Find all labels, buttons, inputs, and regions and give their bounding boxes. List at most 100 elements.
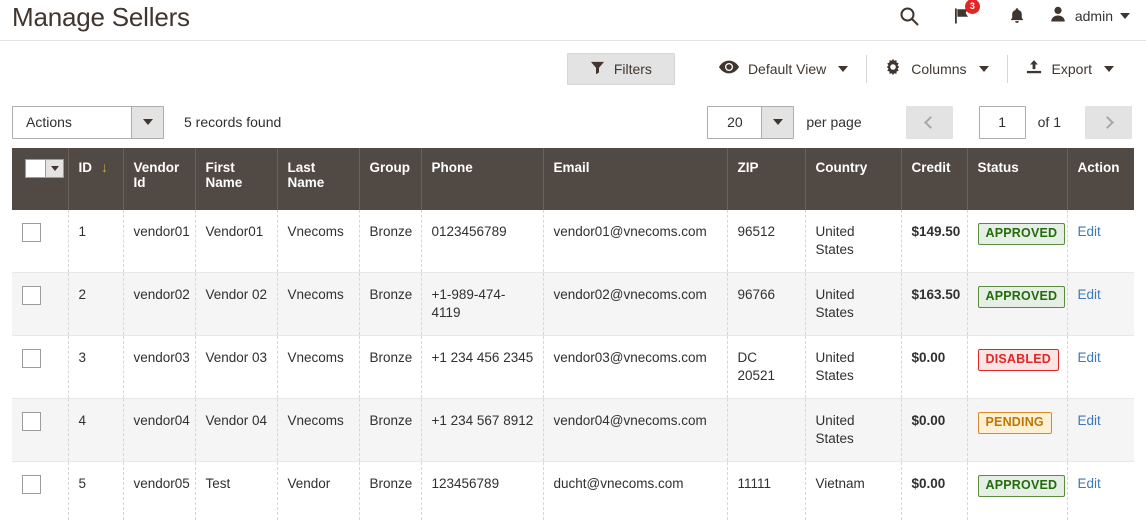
cell-email: vendor02@vnecoms.com [543, 272, 728, 336]
cell-action: Edit [1067, 461, 1134, 520]
row-checkbox[interactable] [22, 286, 41, 305]
sellers-grid: ID ↓ Vendor Id First Name Last Name Group… [12, 148, 1134, 520]
cell-action: Edit [1067, 398, 1134, 462]
cell-credit: $149.50 [901, 210, 968, 273]
gear-icon [884, 58, 902, 79]
cell-action: Edit [1067, 272, 1134, 336]
column-header-first-name[interactable]: First Name [195, 148, 278, 210]
page-number-input[interactable] [978, 105, 1026, 139]
row-select-cell[interactable] [12, 398, 69, 462]
bell-icon[interactable] [990, 1, 1044, 31]
cell-first-name: Vendor 02 [195, 272, 278, 336]
actions-dropdown-label: Actions [26, 114, 72, 130]
column-header-id[interactable]: ID ↓ [68, 148, 124, 210]
per-page-label: per page [806, 114, 862, 130]
records-found-label: 5 records found [184, 114, 282, 130]
row-select-cell[interactable] [12, 461, 69, 520]
column-header-vendor-id[interactable]: Vendor Id [123, 148, 196, 210]
row-select-cell[interactable] [12, 272, 69, 336]
flag-icon[interactable]: 3 [936, 0, 990, 31]
chevron-down-icon[interactable] [45, 160, 63, 177]
table-row: 3 vendor03 Vendor 03 Vnecoms Bronze +1 234 45… [12, 335, 1134, 399]
edit-link[interactable]: Edit [1078, 476, 1101, 491]
column-header-group[interactable]: Group [359, 148, 422, 210]
row-select-cell[interactable] [12, 335, 69, 399]
edit-link[interactable]: Edit [1078, 413, 1101, 428]
export-dropdown[interactable]: Export [1006, 53, 1132, 85]
column-header-credit[interactable]: Credit [901, 148, 968, 210]
cell-group: Bronze [359, 461, 422, 520]
cell-vendor-id: vendor05 [123, 461, 196, 520]
cell-group: Bronze [359, 210, 422, 273]
column-header-email[interactable]: Email [543, 148, 728, 210]
cell-phone: 123456789 [421, 461, 544, 520]
row-checkbox[interactable] [22, 412, 41, 431]
column-header-country[interactable]: Country [805, 148, 902, 210]
cell-email: ducht@vnecoms.com [543, 461, 728, 520]
cell-credit: $0.00 [901, 461, 968, 520]
filters-button[interactable]: Filters [566, 52, 675, 85]
status-badge: APPROVED [977, 475, 1066, 497]
select-all-checkbox-dropdown[interactable] [25, 159, 64, 178]
admin-menu[interactable]: admin [1044, 4, 1136, 29]
select-all-checkbox[interactable] [26, 160, 45, 177]
row-checkbox[interactable] [22, 349, 41, 368]
column-header-status[interactable]: Status [967, 148, 1068, 210]
chevron-down-icon [1120, 13, 1130, 19]
edit-link[interactable]: Edit [1078, 224, 1101, 239]
user-avatar-icon [1048, 4, 1068, 29]
table-row: 4 vendor04 Vendor 04 Vnecoms Bronze +1 234 56… [12, 398, 1134, 462]
cell-phone: +1-989-474-4119 [421, 272, 544, 336]
cell-country: United States [805, 210, 902, 273]
cell-id: 1 [68, 210, 124, 273]
cell-status: APPROVED [967, 272, 1068, 336]
column-header-last-name[interactable]: Last Name [277, 148, 360, 210]
page-header: Manage Sellers 3 admin [0, 0, 1146, 40]
edit-link[interactable]: Edit [1078, 287, 1101, 302]
eye-icon [718, 60, 739, 77]
column-header-id-label: ID [78, 160, 93, 175]
column-header-phone[interactable]: Phone [421, 148, 544, 210]
columns-dropdown[interactable]: Columns [866, 53, 1006, 85]
cell-zip: DC 20521 [727, 335, 806, 399]
row-select-cell[interactable] [12, 210, 69, 273]
column-header-select-all[interactable] [12, 148, 69, 210]
cell-phone: +1 234 456 2345 [421, 335, 544, 399]
cell-first-name: Vendor01 [195, 210, 278, 273]
pagination: 20 per page of 1 [707, 105, 1132, 139]
export-label: Export [1051, 60, 1092, 77]
cell-first-name: Test [195, 461, 278, 520]
search-icon[interactable] [882, 1, 936, 31]
column-header-zip[interactable]: ZIP [727, 148, 806, 210]
cell-vendor-id: vendor04 [123, 398, 196, 462]
cell-last-name: Vnecoms [277, 272, 360, 336]
cell-country: United States [805, 398, 902, 462]
cell-status: APPROVED [967, 210, 1068, 273]
next-page-button[interactable] [1085, 105, 1132, 139]
cell-zip [727, 398, 806, 462]
row-checkbox[interactable] [22, 223, 41, 242]
cell-vendor-id: vendor03 [123, 335, 196, 399]
previous-page-button[interactable] [905, 105, 953, 139]
cell-zip: 11111 [727, 461, 806, 520]
status-badge: APPROVED [977, 223, 1066, 245]
cell-country: United States [805, 335, 902, 399]
grid-toolbar: Filters Default View Columns Export [0, 41, 1146, 96]
actions-dropdown[interactable]: Actions [12, 105, 164, 139]
grid-header-row: ID ↓ Vendor Id First Name Last Name Group… [12, 148, 1134, 210]
cell-email: vendor03@vnecoms.com [543, 335, 728, 399]
cell-action: Edit [1067, 335, 1134, 399]
cell-last-name: Vnecoms [277, 398, 360, 462]
notification-count-badge: 3 [964, 0, 980, 14]
sort-descending-icon: ↓ [101, 159, 108, 175]
cell-group: Bronze [359, 398, 422, 462]
cell-last-name: Vendor [277, 461, 360, 520]
chevron-down-icon [1104, 65, 1114, 72]
cell-action: Edit [1067, 210, 1134, 273]
cell-country: United States [805, 272, 902, 336]
edit-link[interactable]: Edit [1078, 350, 1101, 365]
default-view-dropdown[interactable]: Default View [701, 53, 866, 85]
cell-email: vendor01@vnecoms.com [543, 210, 728, 273]
per-page-dropdown[interactable]: 20 [707, 105, 795, 139]
row-checkbox[interactable] [22, 475, 41, 494]
